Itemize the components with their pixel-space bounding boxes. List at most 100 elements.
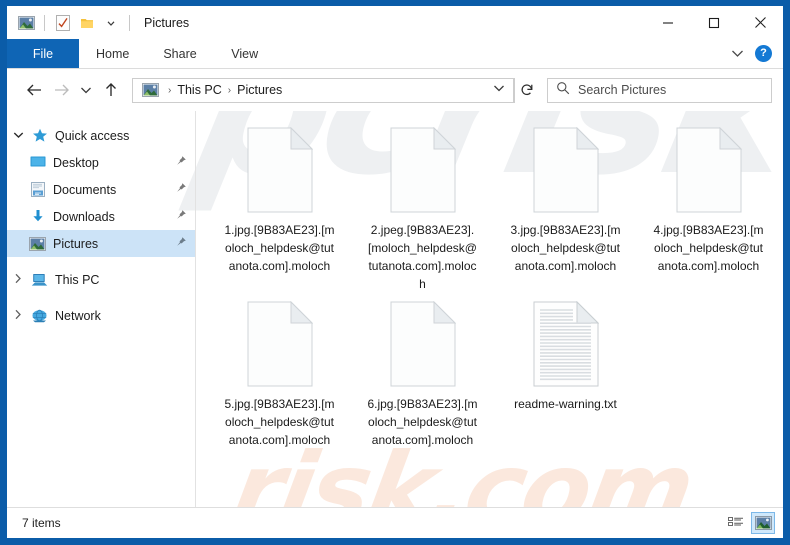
sidebar-item-label: Downloads — [53, 209, 115, 224]
file-item[interactable]: 4.jpg.[9B83AE23].[moloch_helpdesk@tutano… — [637, 119, 780, 293]
file-name-label: 3.jpg.[9B83AE23].[moloch_helpdesk@tutano… — [510, 223, 621, 273]
file-item[interactable]: 3.jpg.[9B83AE23].[moloch_helpdesk@tutano… — [494, 119, 637, 293]
file-item[interactable]: 5.jpg.[9B83AE23].[moloch_helpdesk@tutano… — [208, 293, 351, 449]
pin-icon[interactable] — [175, 209, 187, 224]
title-bar: Pictures — [7, 6, 783, 39]
maximize-button[interactable] — [691, 6, 737, 39]
sidebar-item-network[interactable]: Network — [7, 302, 195, 329]
window-title: Pictures — [144, 15, 190, 30]
downloads-icon — [27, 209, 48, 225]
file-name-label: readme-warning.txt — [514, 397, 617, 411]
breadcrumb-pictures-icon[interactable] — [140, 82, 161, 98]
explorer-body: Quick access Desktop Documents Downloads… — [7, 111, 783, 507]
tab-home[interactable]: Home — [79, 39, 146, 68]
file-name-label: 4.jpg.[9B83AE23].[moloch_helpdesk@tutano… — [653, 223, 764, 273]
file-item[interactable]: 1.jpg.[9B83AE23].[moloch_helpdesk@tutano… — [208, 119, 351, 293]
pin-icon[interactable] — [175, 182, 187, 197]
window-controls — [645, 6, 783, 39]
navigation-pane: Quick access Desktop Documents Downloads… — [7, 111, 196, 507]
sidebar-item-this-pc[interactable]: This PC — [7, 266, 195, 293]
file-name-label: 6.jpg.[9B83AE23].[moloch_helpdesk@tutano… — [367, 397, 478, 447]
forward-button[interactable] — [48, 77, 75, 104]
sidebar-item-label: This PC — [55, 272, 100, 287]
file-list-pane[interactable]: risk.com 1.jpg.[9B83AE23].[moloch_helpde… — [196, 111, 783, 507]
minimize-button[interactable] — [645, 6, 691, 39]
breadcrumb-item-pictures[interactable]: Pictures — [233, 83, 286, 97]
properties-icon[interactable] — [52, 12, 74, 34]
sidebar-item-label: Pictures — [53, 236, 99, 251]
address-bar[interactable]: › This PC › Pictures — [132, 77, 514, 103]
refresh-button[interactable] — [514, 77, 538, 103]
file-item[interactable]: readme-warning.txt — [494, 293, 637, 449]
sidebar-item-label: Quick access — [55, 128, 130, 143]
recent-locations-button[interactable] — [75, 77, 97, 104]
search-box[interactable] — [547, 77, 772, 103]
tab-share[interactable]: Share — [146, 39, 213, 68]
this-pc-icon — [29, 272, 50, 288]
large-icons-view-button[interactable] — [751, 512, 775, 534]
search-input[interactable] — [578, 83, 771, 97]
qat-separator-2 — [129, 14, 130, 31]
desktop-icon — [27, 155, 48, 171]
documents-icon — [27, 182, 48, 198]
sidebar-item-label: Network — [55, 308, 101, 323]
sidebar-item-documents[interactable]: Documents — [7, 176, 195, 203]
quick-access-toolbar: Pictures — [7, 6, 189, 39]
chevron-right-icon[interactable] — [7, 309, 29, 323]
address-dropdown-icon[interactable] — [489, 84, 509, 96]
blank-file-icon — [390, 300, 456, 387]
chevron-down-icon[interactable] — [7, 130, 29, 142]
file-name-label: 1.jpg.[9B83AE23].[moloch_helpdesk@tutano… — [224, 223, 335, 273]
file-name-label: 2.jpeg.[9B83AE23].[moloch_helpdesk@tutan… — [368, 223, 477, 291]
chevron-right-icon[interactable] — [7, 273, 29, 287]
chevron-down-icon[interactable] — [728, 47, 746, 61]
search-icon — [556, 81, 570, 100]
sidebar-item-label: Documents — [53, 182, 117, 197]
breadcrumb-separator: › — [168, 84, 172, 96]
blank-file-icon — [676, 126, 742, 213]
window-client-area: pcrisk Pictures File Home Share View ? ›… — [7, 6, 783, 538]
ribbon-tab-strip: File Home Share View ? — [7, 39, 783, 69]
blank-file-icon — [390, 126, 456, 213]
breadcrumb-separator: › — [227, 84, 232, 96]
sidebar-item-desktop[interactable]: Desktop — [7, 149, 195, 176]
new-folder-icon[interactable] — [76, 12, 98, 34]
qat-separator-1 — [44, 14, 45, 31]
file-grid: 1.jpg.[9B83AE23].[moloch_helpdesk@tutano… — [196, 111, 783, 449]
file-item[interactable]: 6.jpg.[9B83AE23].[moloch_helpdesk@tutano… — [351, 293, 494, 449]
status-bar: 7 items — [7, 507, 783, 538]
sidebar-item-downloads[interactable]: Downloads — [7, 203, 195, 230]
navigation-bar: › This PC › Pictures — [7, 69, 783, 111]
breadcrumb: › This PC › Pictures — [140, 82, 489, 98]
sidebar-item-label: Desktop — [53, 155, 99, 170]
help-button[interactable]: ? — [755, 45, 772, 62]
tab-file[interactable]: File — [7, 39, 79, 68]
tab-view[interactable]: View — [214, 39, 276, 68]
ribbon-right-controls: ? — [728, 39, 783, 68]
pin-icon[interactable] — [175, 155, 187, 170]
item-count-label: 7 items — [22, 516, 61, 530]
details-view-button[interactable] — [724, 512, 748, 534]
pictures-folder-icon[interactable] — [15, 12, 37, 34]
sidebar-item-pictures[interactable]: Pictures — [7, 230, 195, 257]
blank-file-icon — [533, 126, 599, 213]
close-button[interactable] — [737, 6, 783, 39]
file-item[interactable]: 2.jpeg.[9B83AE23].[moloch_helpdesk@tutan… — [351, 119, 494, 293]
pictures-icon — [27, 236, 48, 252]
file-name-label: 5.jpg.[9B83AE23].[moloch_helpdesk@tutano… — [224, 397, 335, 447]
blank-file-icon — [247, 126, 313, 213]
blank-file-icon — [247, 300, 313, 387]
star-icon — [29, 128, 50, 144]
sidebar-item-quick-access[interactable]: Quick access — [7, 122, 195, 149]
explorer-window: pcrisk Pictures File Home Share View ? ›… — [0, 0, 790, 545]
pin-icon[interactable] — [175, 236, 187, 251]
breadcrumb-item-this-pc[interactable]: This PC — [173, 83, 225, 97]
text-file-icon — [533, 300, 599, 387]
up-button[interactable] — [97, 77, 124, 104]
view-buttons — [724, 512, 775, 534]
back-button[interactable] — [21, 77, 48, 104]
customize-dropdown-icon[interactable] — [100, 12, 122, 34]
network-icon — [29, 308, 50, 324]
